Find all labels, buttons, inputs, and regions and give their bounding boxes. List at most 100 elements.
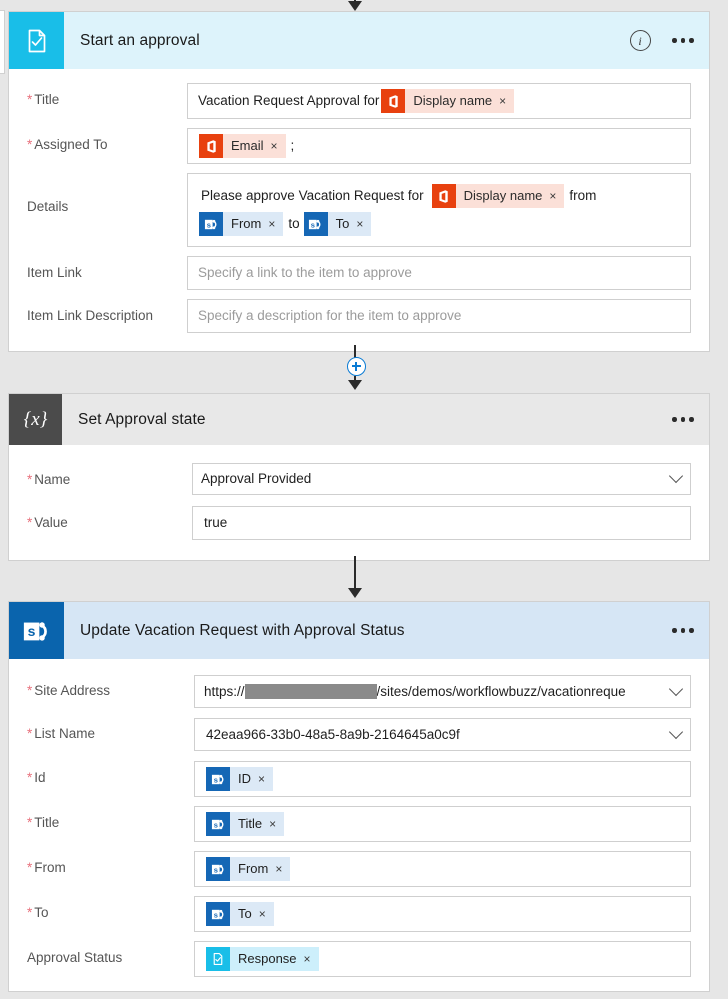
token-remove-icon[interactable]: × — [269, 812, 284, 836]
field-static-text: Vacation Request Approval for — [196, 88, 381, 114]
token-remove-icon[interactable]: × — [304, 947, 319, 971]
token-label: From — [223, 212, 268, 236]
card-header-start-an-approval[interactable]: Start an approval i — [9, 12, 709, 69]
token-from[interactable]: s From × — [199, 212, 283, 236]
token-id[interactable]: s ID × — [206, 767, 273, 791]
field-label-item-link: Item Link — [27, 256, 187, 282]
field-value: 42eaa966-33b0-48a5-8a9b-2164645a0c9f — [206, 724, 460, 746]
redacted-value — [245, 684, 377, 699]
token-email[interactable]: Email × — [199, 134, 286, 158]
required-marker: * — [27, 515, 32, 530]
field-label-name: *Name — [27, 463, 192, 489]
sharepoint-icon: s — [206, 767, 230, 791]
token-label: Email — [223, 134, 271, 158]
field-dropdown-list-name[interactable]: 42eaa966-33b0-48a5-8a9b-2164645a0c9f — [194, 718, 691, 751]
card-title: Set Approval state — [62, 411, 206, 429]
token-label: To — [230, 902, 259, 926]
required-marker: * — [27, 815, 32, 830]
approvals-icon — [9, 12, 64, 69]
token-remove-icon[interactable]: × — [258, 767, 273, 791]
token-to[interactable]: s To × — [304, 212, 372, 236]
adjacent-card-edge — [0, 10, 5, 74]
token-response[interactable]: Response × — [206, 947, 319, 971]
card-title: Update Vacation Request with Approval St… — [64, 622, 405, 640]
field-input-sp-title[interactable]: s Title × — [194, 806, 691, 842]
field-row-id: *Id s ID × — [27, 761, 691, 797]
info-glyph: i — [630, 30, 651, 51]
required-marker: * — [27, 905, 32, 920]
token-remove-icon[interactable]: × — [499, 89, 514, 113]
token-label: ID — [230, 767, 258, 791]
card-header-actions — [657, 602, 709, 659]
field-static-text: Please approve Vacation Request for — [199, 183, 426, 209]
field-row-site-address: *Site Address https:///sites/demos/workf… — [27, 675, 691, 708]
field-placeholder: Specify a link to the item to approve — [196, 260, 414, 286]
card-body-update-vacation-request: *Site Address https:///sites/demos/workf… — [9, 659, 709, 995]
token-remove-icon[interactable]: × — [271, 134, 286, 158]
action-card-set-approval-state[interactable]: {x} Set Approval state *Name Approval Pr… — [8, 393, 710, 561]
token-label: Display name — [456, 184, 550, 208]
card-menu-icon[interactable] — [657, 21, 709, 61]
field-label-list-name: *List Name — [27, 718, 194, 743]
required-marker: * — [27, 137, 32, 152]
info-icon[interactable]: i — [623, 24, 657, 58]
field-value-suffix: /sites/demos/workflowbuzz/vacationreque — [377, 681, 626, 703]
token-remove-icon[interactable]: × — [259, 902, 274, 926]
token-title[interactable]: s Title × — [206, 812, 284, 836]
field-input-details[interactable]: Please approve Vacation Request for Disp… — [187, 173, 691, 247]
field-dropdown-site-address[interactable]: https:///sites/demos/workflowbuzz/vacati… — [194, 675, 691, 708]
field-input-id[interactable]: s ID × — [194, 761, 691, 797]
card-header-set-approval-state[interactable]: {x} Set Approval state — [9, 394, 709, 445]
field-row-sp-from: * From s From × — [27, 851, 691, 887]
token-to[interactable]: s To × — [206, 902, 274, 926]
token-remove-icon[interactable]: × — [549, 184, 564, 208]
chevron-down-icon[interactable] — [669, 469, 683, 483]
field-label-id: *Id — [27, 761, 194, 787]
token-label: Display name — [405, 89, 499, 113]
token-display-name[interactable]: Display name × — [432, 184, 565, 208]
action-card-update-vacation-request[interactable]: s Update Vacation Request with Approval … — [8, 601, 710, 992]
field-label-approval-status: Approval Status — [27, 941, 194, 967]
field-row-list-name: *List Name 42eaa966-33b0-48a5-8a9b-21646… — [27, 718, 691, 751]
connector-arrow-2 — [348, 588, 362, 598]
token-label: From — [230, 857, 275, 881]
field-input-title[interactable]: Vacation Request Approval for Display na… — [187, 83, 691, 119]
field-input-assigned-to[interactable]: Email × ; — [187, 128, 691, 164]
field-row-assigned-to: *Assigned To Email × ; — [27, 128, 691, 164]
svg-text:s: s — [27, 623, 35, 639]
field-input-sp-to[interactable]: s To × — [194, 896, 691, 932]
field-input-sp-from[interactable]: s From × — [194, 851, 691, 887]
add-step-button[interactable] — [347, 357, 366, 376]
svg-text:s: s — [213, 910, 217, 919]
token-remove-icon[interactable]: × — [356, 212, 371, 236]
field-row-sp-to: *To s To × — [27, 896, 691, 932]
field-label-sp-to: *To — [27, 896, 194, 922]
sharepoint-icon: s — [206, 857, 230, 881]
card-header-update-vacation-request[interactable]: s Update Vacation Request with Approval … — [9, 602, 709, 659]
field-row-approval-status: Approval Status Response × — [27, 941, 691, 977]
card-header-actions: i — [623, 12, 709, 69]
field-label-details: Details — [27, 173, 187, 216]
field-input-value[interactable]: true — [192, 506, 691, 540]
field-static-text: to — [286, 212, 303, 236]
card-menu-icon[interactable] — [657, 611, 709, 651]
field-input-item-link-description[interactable]: Specify a description for the item to ap… — [187, 299, 691, 333]
connector-arrow-1 — [348, 380, 362, 390]
action-card-start-an-approval[interactable]: Start an approval i *Title Vacation Requ… — [8, 11, 710, 352]
card-body-set-approval-state: *Name Approval Provided *Value true — [9, 445, 709, 560]
chevron-down-icon[interactable] — [669, 724, 683, 738]
field-input-item-link[interactable]: Specify a link to the item to approve — [187, 256, 691, 290]
token-display-name[interactable]: Display name × — [381, 89, 514, 113]
card-menu-icon[interactable] — [657, 400, 709, 440]
field-dropdown-name[interactable]: Approval Provided — [192, 463, 691, 495]
chevron-down-icon[interactable] — [669, 681, 683, 695]
required-marker: * — [27, 726, 32, 741]
required-marker: * — [27, 860, 32, 875]
token-remove-icon[interactable]: × — [275, 857, 290, 881]
token-remove-icon[interactable]: × — [268, 212, 283, 236]
approvals-icon — [206, 947, 230, 971]
field-row-value: *Value true — [27, 506, 691, 540]
svg-text:s: s — [213, 820, 217, 829]
token-from[interactable]: s From × — [206, 857, 290, 881]
field-input-approval-status[interactable]: Response × — [194, 941, 691, 977]
